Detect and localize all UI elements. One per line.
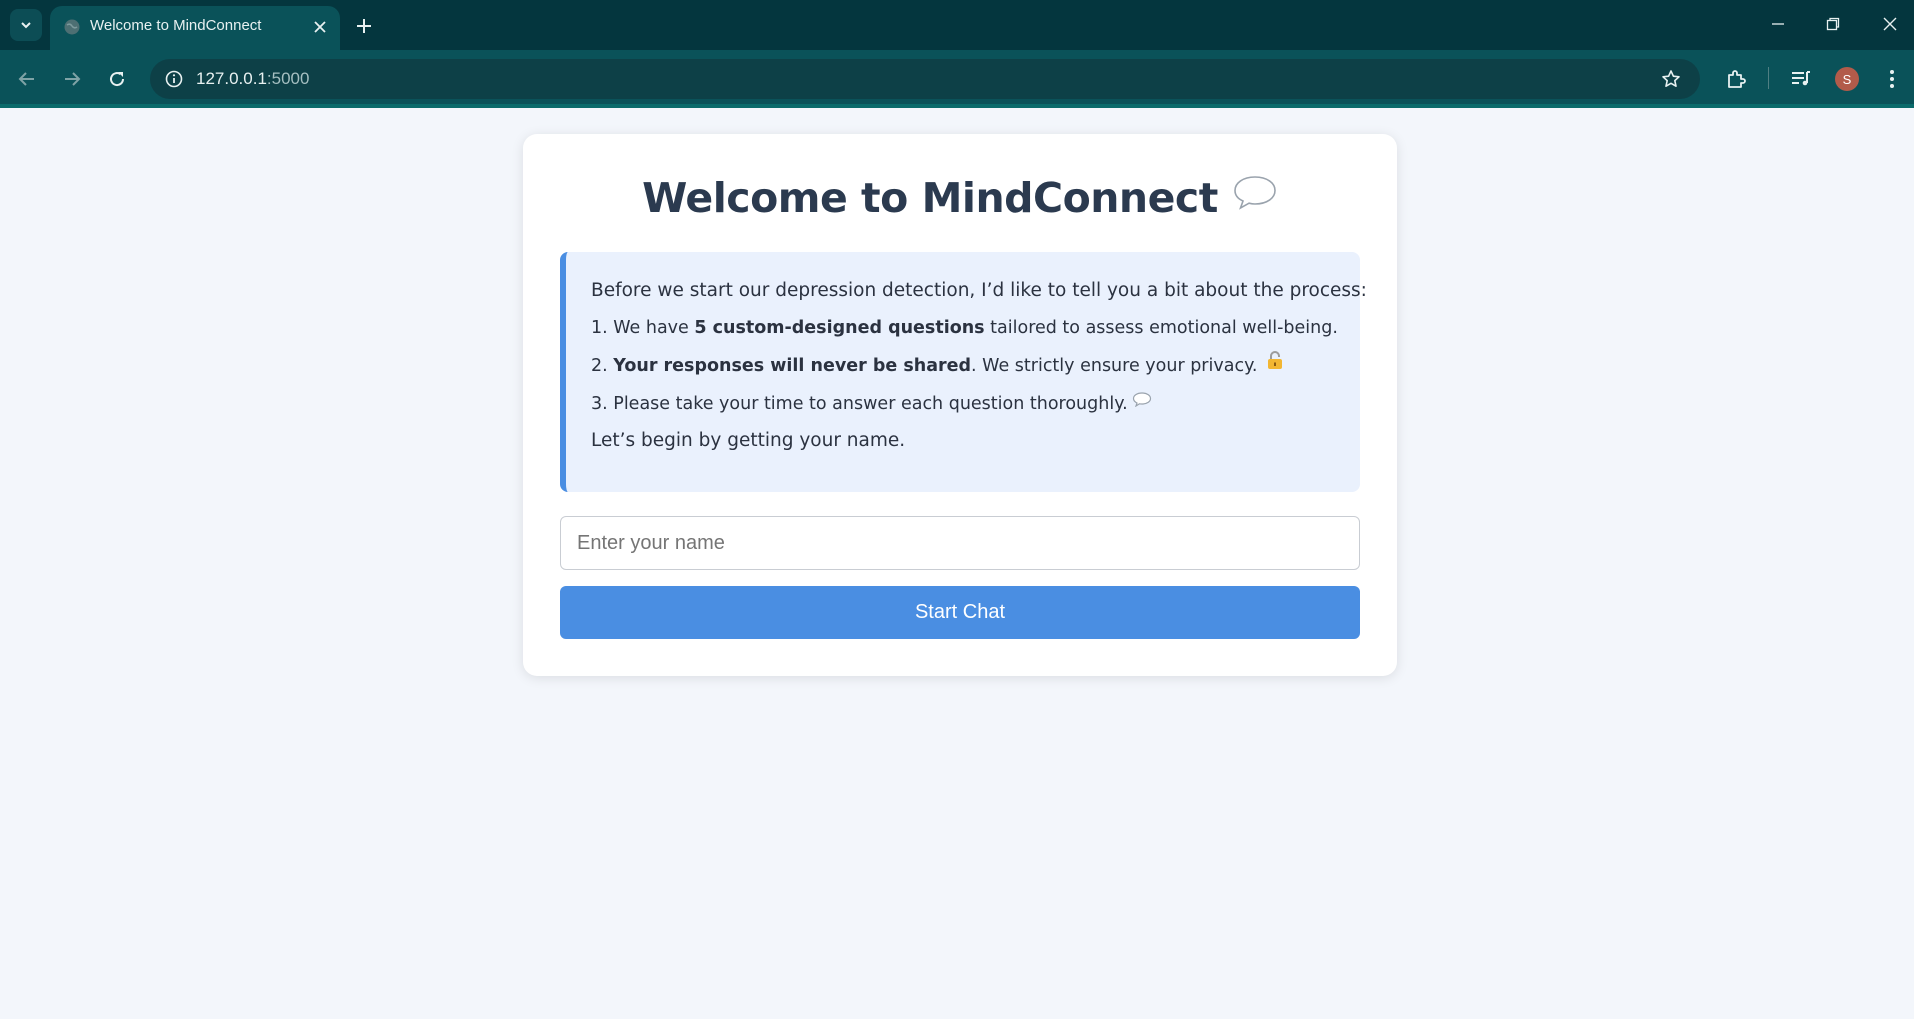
address-bar[interactable]: 127.0.0.1:5000	[150, 59, 1700, 99]
playlist-icon	[1792, 71, 1810, 86]
restore-button[interactable]	[1813, 8, 1853, 40]
info-item-questions-suffix: tailored to assess emotional well-being.	[984, 318, 1338, 338]
info-item-privacy: 2. Your responses will never be shared. …	[591, 350, 1360, 380]
welcome-card: Welcome to MindConnect Before we start o…	[523, 134, 1397, 676]
start-chat-button[interactable]: Start Chat	[560, 586, 1360, 639]
page-title: Welcome to MindConnect	[523, 174, 1397, 225]
forward-button[interactable]	[56, 63, 88, 95]
page-viewport: Welcome to MindConnect Before we start o…	[0, 108, 1914, 1019]
name-input[interactable]	[560, 516, 1360, 570]
kebab-menu-icon	[1890, 70, 1894, 88]
close-icon	[1883, 17, 1897, 31]
page-title-text: Welcome to MindConnect	[642, 174, 1218, 222]
arrow-left-icon	[18, 72, 34, 86]
info-item-questions: 1. We have 5 custom-designed questions t…	[591, 315, 1360, 341]
back-button[interactable]	[11, 63, 43, 95]
extensions-button[interactable]	[1720, 63, 1752, 95]
info-item-time: 3. Please take your time to answer each …	[591, 391, 1360, 417]
info-item-privacy-prefix: 2.	[591, 356, 614, 376]
close-icon[interactable]	[308, 15, 332, 39]
lock-icon	[1266, 350, 1284, 378]
arrow-right-icon	[65, 72, 81, 86]
plus-icon	[357, 19, 371, 33]
bookmark-star-icon[interactable]	[1657, 65, 1685, 93]
browser-tab-active[interactable]: Welcome to MindConnect	[50, 6, 340, 50]
globe-icon	[62, 17, 82, 37]
process-info-box: Before we start our depression detection…	[560, 252, 1367, 492]
browser-toolbar: 127.0.0.1:5000	[0, 50, 1914, 108]
speech-bubble-icon	[1232, 173, 1278, 221]
tab-title: Welcome to MindConnect	[90, 17, 262, 34]
browser-menu-button[interactable]	[1876, 63, 1908, 95]
intro-closing: Let’s begin by getting your name.	[591, 430, 906, 451]
url-text[interactable]: 127.0.0.1:5000	[196, 69, 309, 89]
info-item-questions-bold: 5 custom-designed questions	[694, 318, 985, 338]
new-tab-button[interactable]	[350, 12, 378, 40]
intro-lead: Before we start our depression detection…	[591, 280, 1367, 301]
url-port: :5000	[266, 69, 310, 88]
toolbar-separator	[1768, 67, 1769, 89]
reload-button[interactable]	[101, 63, 133, 95]
puzzle-icon	[1728, 70, 1746, 88]
info-item-questions-prefix: 1. We have	[591, 318, 695, 338]
url-host: 127.0.0.1	[196, 69, 267, 88]
close-window-button[interactable]	[1870, 8, 1910, 40]
media-controls-button[interactable]	[1785, 63, 1817, 95]
info-item-privacy-suffix: . We strictly ensure your privacy.	[971, 356, 1258, 376]
info-item-privacy-bold: Your responses will never be shared	[613, 356, 972, 376]
avatar[interactable]: S	[1835, 67, 1859, 91]
tab-search-button[interactable]	[10, 9, 42, 41]
minimize-icon	[1772, 23, 1784, 25]
speech-bubble-icon	[1132, 389, 1152, 415]
minimize-button[interactable]	[1758, 8, 1798, 40]
chevron-down-icon	[21, 22, 31, 29]
info-item-time-text: 3. Please take your time to answer each …	[591, 394, 1128, 414]
restore-icon	[1826, 17, 1840, 31]
browser-tabstrip: Welcome to MindConnect	[0, 0, 1914, 50]
reload-icon	[110, 72, 125, 87]
info-icon[interactable]	[160, 65, 188, 93]
